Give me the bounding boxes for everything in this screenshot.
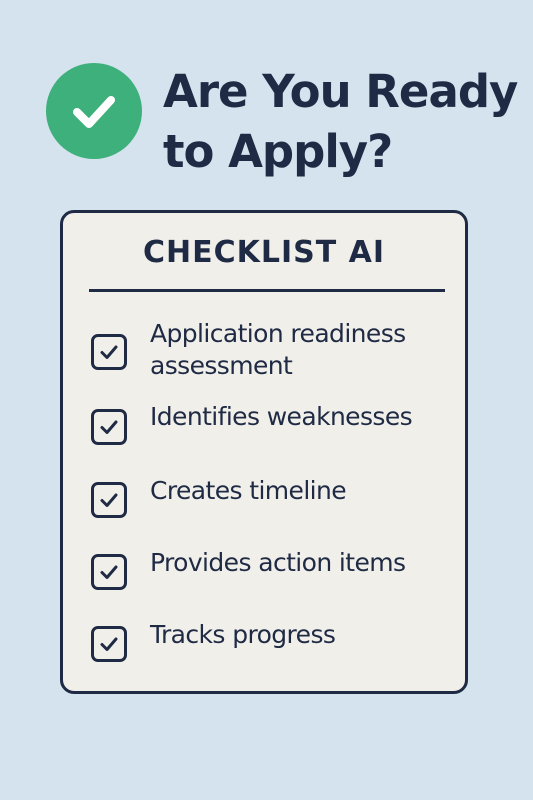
hero-header: Are You Ready to Apply?	[0, 0, 533, 200]
checkbox-checked-icon	[91, 482, 127, 518]
checklist-title: CHECKLIST AI	[142, 235, 386, 270]
checkbox-checked-icon	[91, 626, 127, 662]
page-title: Are You Ready to Apply?	[163, 65, 518, 178]
title-divider	[89, 289, 445, 292]
checklist-item-label: Tracks progress	[150, 620, 336, 649]
checklist-item-label: Creates timeline	[150, 476, 347, 505]
checkbox-checked-icon	[91, 334, 127, 370]
checkbox-checked-icon	[91, 554, 127, 590]
checklist-card: CHECKLIST AI Application readiness asses…	[60, 210, 468, 694]
checkbox-checked-icon	[91, 409, 127, 445]
checklist-item-label: Identifies weaknesses	[150, 402, 413, 431]
checklist-item-label: Application readiness assessment	[150, 319, 406, 380]
checkmark-circle-icon	[46, 63, 142, 159]
checklist-item-label: Provides action items	[150, 548, 406, 577]
